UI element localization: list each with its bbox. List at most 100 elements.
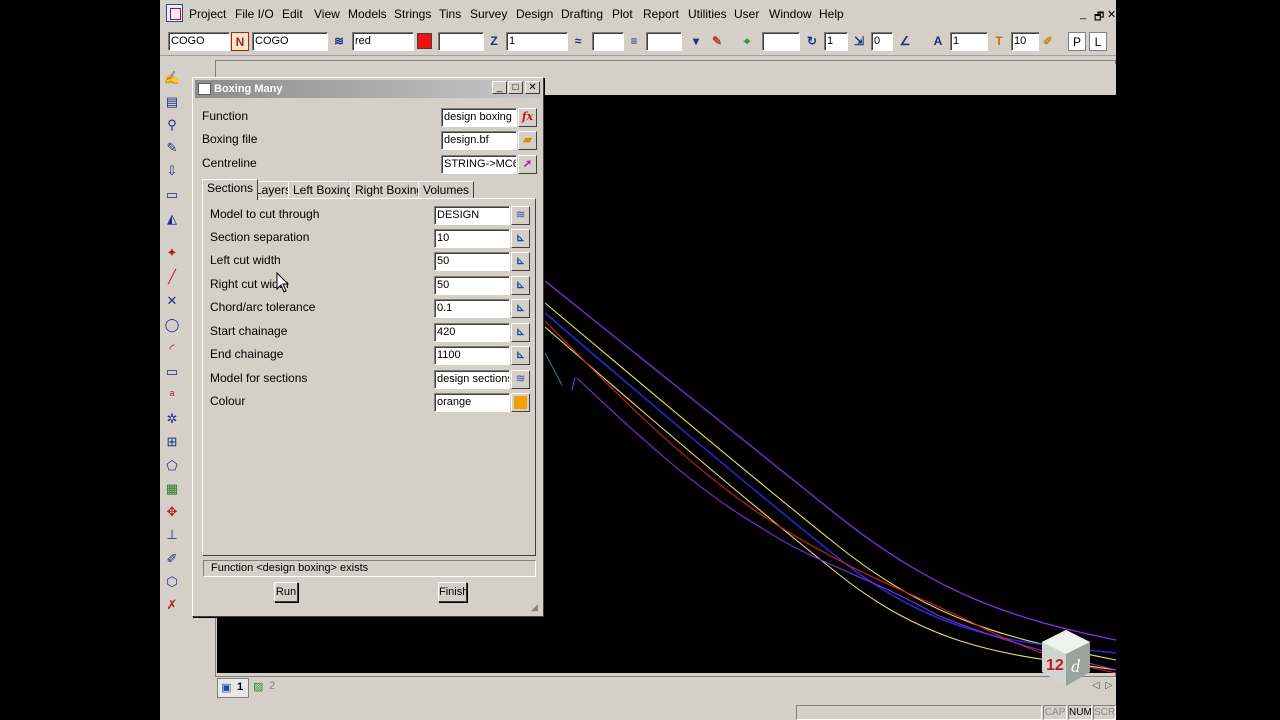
end-chainage-field[interactable]: 1100 [434, 346, 510, 365]
count-field[interactable]: 1 [824, 32, 848, 51]
string-edit-icon[interactable]: ✍ [163, 69, 181, 87]
text-icon[interactable]: A [929, 32, 947, 51]
rotate-icon[interactable]: ↻ [803, 32, 821, 51]
cogo-name-field[interactable]: COGO [252, 32, 328, 51]
box-icon[interactable]: ▭ [163, 186, 181, 204]
move-icon[interactable]: ⇩ [163, 162, 181, 180]
zoom-box-icon[interactable]: ⊞ [163, 433, 181, 451]
angle-icon[interactable]: ∠ [896, 32, 914, 51]
calc-icon[interactable]: ⊾ [511, 229, 530, 248]
chevron-down-icon[interactable]: ▾ [687, 32, 705, 51]
calc-icon[interactable]: ⊾ [511, 299, 530, 318]
rectangle-icon[interactable]: ▭ [163, 363, 181, 381]
t-button[interactable]: T [990, 32, 1008, 51]
tab-volumes[interactable]: Volumes [418, 181, 475, 199]
colour-swatch[interactable] [417, 33, 432, 49]
menu-window[interactable]: Window [769, 7, 812, 21]
chord-arc-tolerance-field[interactable]: 0.1 [434, 299, 510, 318]
layers-icon[interactable]: ≋ [330, 32, 348, 51]
fan-icon[interactable]: ✲ [163, 410, 181, 428]
menu-report[interactable]: Report [643, 7, 679, 21]
draw-icon[interactable]: ✐ [163, 550, 181, 568]
scroll-right-icon[interactable]: ▷ [1105, 680, 1113, 691]
model-for-sections-field[interactable]: design sections [434, 370, 510, 389]
menu-project[interactable]: Project [189, 7, 226, 21]
right-cut-width-field[interactable]: 50 [434, 276, 510, 295]
name-field[interactable] [438, 32, 484, 51]
close-icon[interactable]: ✕ [1107, 8, 1116, 21]
menu-file-io[interactable]: File I/O [235, 7, 274, 21]
resize-grip-icon[interactable]: ◢ [531, 602, 538, 613]
section-separation-field[interactable]: 10 [434, 229, 510, 248]
app-icon[interactable] [166, 4, 183, 22]
centreline-field[interactable]: STRING->MC60 [441, 155, 517, 174]
delete-icon[interactable]: ✗ [163, 596, 181, 614]
tab-sections[interactable]: Sections [202, 179, 259, 200]
run-button[interactable]: Run [274, 582, 298, 602]
text-size-field[interactable]: 1 [950, 32, 988, 51]
circle-icon[interactable]: ◯ [163, 316, 181, 334]
line-icon[interactable]: ╱ [163, 268, 181, 286]
menu-help[interactable]: Help [819, 7, 844, 21]
model-to-cut-field[interactable]: DESIGN [434, 206, 510, 225]
style2-field[interactable] [646, 32, 682, 51]
p-button[interactable]: P [1068, 32, 1086, 51]
shape-icon[interactable]: ⬡ [163, 573, 181, 591]
calc-icon[interactable]: ⊾ [511, 276, 530, 295]
zero-field[interactable]: 0 [871, 32, 893, 51]
edit-icon[interactable]: ✎ [163, 139, 181, 157]
folder-icon[interactable]: ▰ [518, 131, 537, 150]
dialog-minimize-button[interactable]: _ [492, 81, 507, 94]
colour-swatch-icon[interactable] [511, 393, 530, 412]
calc-icon[interactable]: ⊾ [511, 252, 530, 271]
function-field[interactable]: design boxing [441, 108, 517, 127]
menu-tins[interactable]: Tins [439, 7, 461, 21]
pick2-icon[interactable]: ⇲ [850, 32, 868, 51]
panel-icon[interactable]: ▤ [163, 93, 181, 111]
menu-strings[interactable]: Strings [394, 7, 431, 21]
pencil-icon[interactable]: ✎ [708, 32, 726, 51]
pick-string-icon[interactable]: ➚ [518, 155, 537, 174]
dialog-title-bar[interactable]: Boxing Many [195, 80, 541, 98]
calc-icon[interactable]: ⊾ [511, 346, 530, 365]
cogo-model-field[interactable]: COGO [168, 32, 230, 51]
weight-field[interactable]: 1 [506, 32, 568, 51]
font-size-field[interactable]: 10 [1011, 32, 1041, 51]
boxing-file-field[interactable]: design.bf [441, 131, 517, 150]
left-cut-width-field[interactable]: 50 [434, 252, 510, 271]
minimize-icon[interactable]: _ [1080, 8, 1086, 20]
tab-right-boxing[interactable]: Right Boxing [350, 181, 429, 199]
start-chainage-field[interactable]: 420 [434, 323, 510, 342]
measure-icon[interactable]: ⊥ [163, 526, 181, 544]
restore-icon[interactable]: 🗗 [1094, 8, 1104, 27]
tin-field[interactable] [762, 32, 800, 51]
z-icon[interactable]: Z [485, 32, 503, 51]
n-button[interactable]: N [231, 32, 249, 51]
text-tool-icon[interactable]: ᵃ [163, 386, 181, 404]
linestyle-icon[interactable]: ≈ [569, 32, 587, 51]
view1-tab[interactable]: ▣ 1 [217, 678, 249, 698]
menu-design[interactable]: Design [516, 7, 553, 21]
scroll-left-icon[interactable]: ◁ [1092, 680, 1100, 691]
view2-tab[interactable]: ▨ 2 [251, 678, 281, 698]
l-button[interactable]: L [1089, 32, 1107, 51]
menu-plot[interactable]: Plot [612, 7, 633, 21]
tab-left-boxing[interactable]: Left Boxing [288, 181, 359, 199]
style-field[interactable] [592, 32, 624, 51]
dialog-close-button[interactable]: ✕ [525, 81, 540, 94]
polygon-icon[interactable]: ⬠ [163, 457, 181, 475]
cross-icon[interactable]: ✕ [163, 292, 181, 310]
finish-button[interactable]: Finish [438, 582, 468, 602]
image-icon[interactable]: ▦ [163, 480, 181, 498]
arc-icon[interactable]: ◜ [163, 340, 181, 358]
menu-user[interactable]: User [734, 7, 759, 21]
colour-field[interactable]: red [352, 32, 414, 51]
dialog-maximize-button[interactable]: □ [508, 81, 523, 94]
menu-edit[interactable]: Edit [282, 7, 303, 21]
highlighter-icon[interactable]: ✐ [1039, 32, 1057, 51]
layers-icon[interactable]: ≋ [511, 206, 530, 225]
colour-field[interactable]: orange [434, 393, 510, 412]
survey-icon[interactable]: ⚲ [163, 116, 181, 134]
point-icon[interactable]: ✦ [163, 244, 181, 262]
lines-icon[interactable]: ≡ [625, 32, 643, 51]
